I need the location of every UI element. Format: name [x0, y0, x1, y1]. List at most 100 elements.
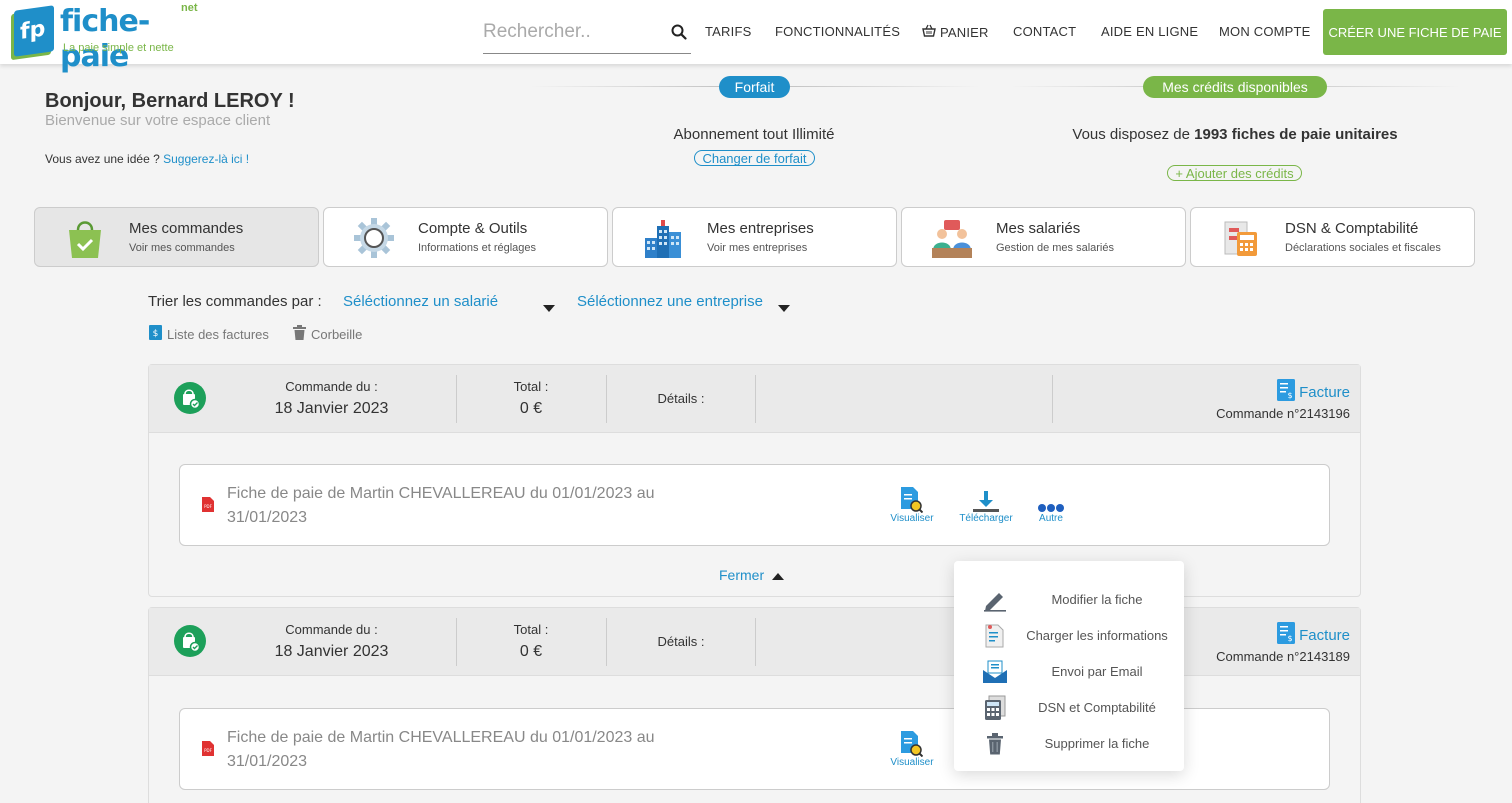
download-icon: [956, 483, 1016, 513]
menu-item-supprimer[interactable]: Supprimer la fiche: [954, 725, 1184, 761]
tab-compte-outils[interactable]: Compte & Outils Informations et réglages: [323, 207, 608, 267]
gear-icon: [352, 216, 396, 260]
svg-text:$: $: [1288, 391, 1293, 400]
tab-mes-commandes[interactable]: Mes commandes Voir mes commandes: [34, 207, 319, 267]
more-actions-menu: Modifier la fiche Charger les informatio…: [954, 561, 1184, 771]
document-upload-icon: [982, 623, 1008, 649]
svg-text:$: $: [153, 329, 159, 339]
trash-link[interactable]: Corbeille: [293, 325, 362, 343]
create-payslip-button[interactable]: CRÉER UNE FICHE DE PAIE: [1323, 9, 1507, 55]
greeting-subtitle: Bienvenue sur votre espace client: [45, 112, 271, 129]
tab-subtitle: Voir mes commandes: [129, 242, 235, 254]
header-divider: [755, 618, 756, 666]
view-document-icon: [882, 727, 942, 757]
view-button[interactable]: Visualiser: [882, 483, 942, 524]
payslip-title: Fiche de paie de Martin CHEVALLEREAU du …: [227, 729, 655, 770]
more-dots-icon: [1021, 483, 1081, 513]
change-plan-button[interactable]: Changer de forfait: [694, 150, 815, 166]
order-total-label: Total :: [513, 622, 549, 637]
payslip-title: Fiche de paie de Martin CHEVALLEREAU du …: [227, 485, 655, 526]
menu-item-charger[interactable]: Charger les informations: [954, 617, 1184, 653]
employee-select[interactable]: Séléctionnez un salarié: [343, 293, 558, 312]
invoice-icon: $: [149, 325, 162, 343]
basket-icon: [922, 24, 936, 40]
menu-item-email[interactable]: Envoi par Email: [954, 653, 1184, 689]
site-logo[interactable]: fp fiche-paie net La paie simple et nett…: [10, 2, 210, 74]
payslip-item: PDF Fiche de paie de Martin CHEVALLEREAU…: [179, 464, 1330, 546]
tab-title: Mes entreprises: [707, 220, 814, 237]
shopping-bag-icon: [63, 216, 107, 260]
tab-title: Mes salariés: [996, 220, 1081, 237]
menu-item-modifier[interactable]: Modifier la fiche: [954, 581, 1184, 617]
nav-aide[interactable]: AIDE EN LIGNE: [1101, 24, 1198, 39]
forfait-pill: Forfait: [719, 76, 790, 98]
nav-panier[interactable]: PANIER: [922, 24, 989, 40]
collapse-button[interactable]: Fermer: [719, 567, 785, 583]
pdf-icon: PDF: [202, 497, 214, 517]
search-box: [483, 14, 691, 54]
order-details-label: Détails :: [657, 634, 705, 649]
invoice-link[interactable]: $ Facture: [1277, 622, 1350, 648]
order-number: Commande n°2143196: [1216, 406, 1350, 421]
credits-count: 1993 fiches de paie unitaires: [1194, 126, 1398, 143]
nav-panier-label: PANIER: [940, 24, 989, 40]
more-button[interactable]: Autre: [1021, 483, 1081, 524]
nav-mon-compte[interactable]: MON COMPTE: [1219, 24, 1311, 39]
tab-title: Compte & Outils: [418, 220, 528, 237]
tab-subtitle: Déclarations sociales et fiscales: [1285, 242, 1441, 254]
invoices-list-link[interactable]: $ Liste des factures: [149, 325, 269, 343]
svg-text:PDF: PDF: [204, 748, 212, 753]
employee-select-value: Séléctionnez un salarié: [343, 293, 499, 310]
email-icon: [982, 659, 1008, 685]
company-select-value: Séléctionnez une entreprise: [577, 293, 763, 310]
download-button[interactable]: Télécharger: [956, 483, 1016, 524]
tab-dsn-comptabilite[interactable]: DSN & Comptabilité Déclarations sociales…: [1190, 207, 1475, 267]
sort-label: Trier les commandes par :: [148, 293, 322, 310]
nav-contact[interactable]: CONTACT: [1013, 24, 1076, 39]
menu-item-dsn[interactable]: DSN et Comptabilité: [954, 689, 1184, 725]
accounting-icon: [1219, 216, 1263, 260]
header-divider: [1052, 375, 1053, 423]
svg-text:PDF: PDF: [204, 504, 212, 509]
caret-down-icon: [778, 299, 790, 316]
logo-net: net: [181, 2, 198, 14]
view-document-icon: [882, 483, 942, 513]
credits-pill: Mes crédits disponibles: [1143, 76, 1327, 98]
caret-down-icon: [543, 299, 555, 316]
order-number: Commande n°2143189: [1216, 649, 1350, 664]
tab-title: Mes commandes: [129, 220, 244, 237]
forfait-text: Abonnement tout Illimité: [673, 126, 835, 143]
nav-tarifs[interactable]: TARIFS: [705, 24, 751, 39]
tab-title: DSN & Comptabilité: [1285, 220, 1419, 237]
tab-subtitle: Gestion de mes salariés: [996, 242, 1114, 254]
nav-fonctionnalites[interactable]: FONCTIONNALITÉS: [775, 24, 900, 39]
view-button[interactable]: Visualiser: [882, 727, 942, 768]
order-date-label: Commande du :: [285, 622, 378, 637]
order-total-label: Total :: [513, 379, 549, 394]
buildings-icon: [641, 216, 685, 260]
trash-icon: [293, 325, 306, 343]
tab-subtitle: Voir mes entreprises: [707, 242, 808, 254]
logo-badge: fp: [14, 5, 54, 57]
tab-mes-entreprises[interactable]: Mes entreprises Voir mes entreprises: [612, 207, 897, 267]
search-icon[interactable]: [671, 24, 687, 45]
order-total: 0 €: [519, 643, 543, 660]
search-input[interactable]: [483, 14, 663, 50]
suggest-link[interactable]: Suggerez-là ici !: [163, 152, 249, 166]
order-header: Commande du : 18 Janvier 2023 Total : 0 …: [149, 365, 1360, 433]
order-date: 18 Janvier 2023: [274, 400, 389, 417]
order-status-icon: [174, 382, 206, 414]
pencil-icon: [982, 587, 1008, 613]
order-status-icon: [174, 625, 206, 657]
credits-text: Vous disposez de 1993 fiches de paie uni…: [1072, 126, 1398, 143]
add-credits-button[interactable]: + Ajouter des crédits: [1167, 165, 1302, 181]
order-total: 0 €: [519, 400, 543, 417]
tab-mes-salaries[interactable]: Mes salariés Gestion de mes salariés: [901, 207, 1186, 267]
tab-subtitle: Informations et réglages: [418, 242, 537, 254]
employees-icon: [930, 216, 974, 260]
company-select[interactable]: Séléctionnez une entreprise: [577, 293, 792, 312]
invoice-link[interactable]: $ Facture: [1277, 379, 1350, 405]
order-date: 18 Janvier 2023: [274, 643, 389, 660]
order-date-label: Commande du :: [285, 379, 378, 394]
trash-icon: [982, 731, 1008, 757]
